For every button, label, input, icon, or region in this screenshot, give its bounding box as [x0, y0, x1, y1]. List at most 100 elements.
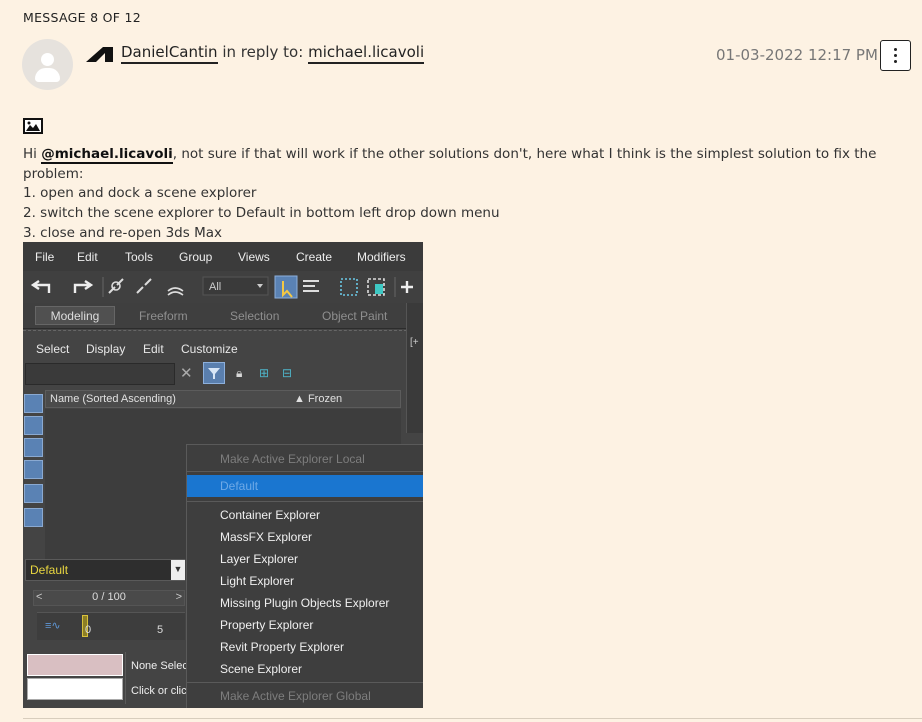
menu-separator	[187, 501, 423, 502]
menu-item-missing-plugin-explorer[interactable]: Missing Plugin Objects Explorer	[220, 596, 389, 610]
author-link[interactable]: DanielCantin	[121, 43, 218, 64]
more-options-icon-dot	[894, 48, 897, 51]
filter-icon	[208, 368, 220, 379]
tab-modeling[interactable]: Modeling	[35, 306, 115, 325]
column-name[interactable]: Name (Sorted Ascending)	[50, 393, 176, 405]
menu-file: File	[35, 250, 55, 264]
avatar-body	[35, 68, 60, 82]
menu-item-property-explorer[interactable]: Property Explorer	[220, 618, 313, 632]
redo-icon	[73, 280, 94, 293]
unlink-icon	[136, 278, 152, 294]
menu-separator	[187, 471, 423, 472]
frame-label: 0	[85, 624, 92, 636]
clear-search-icon[interactable]: ✕	[180, 364, 193, 382]
menu-item-make-global: Make Active Explorer Global	[220, 689, 371, 703]
curve-editor-icon[interactable]: ≡∿	[45, 619, 61, 632]
bind-space-warp-icon	[167, 287, 184, 296]
max-menubar: File Edit Tools Group Views Create Modif…	[23, 242, 423, 271]
explorer-column-header: Name (Sorted Ascending) ▲ Frozen	[45, 390, 401, 408]
lock-icon[interactable]: 🔒︎	[236, 366, 242, 381]
move-icon	[401, 281, 413, 293]
menu-create: Create	[296, 250, 333, 264]
chevron-right-icon[interactable]: >	[176, 591, 182, 603]
more-options-icon-dot	[894, 60, 897, 63]
explorer-menu-edit[interactable]: Edit	[143, 342, 164, 356]
author-line: DanielCantin in reply to: michael.licavo…	[121, 43, 425, 64]
more-options-button[interactable]	[880, 40, 911, 71]
tab-freeform[interactable]: Freeform	[139, 309, 188, 323]
link-icon	[108, 278, 124, 294]
mention-link[interactable]: @michael.licavoli	[41, 146, 173, 164]
menu-tools: Tools	[125, 250, 154, 264]
context-menu: Make Active Explorer Local Default Conta…	[186, 444, 423, 708]
greeting: Hi	[23, 146, 37, 162]
tab-selection[interactable]: Selection	[230, 309, 279, 323]
post-timestamp: 01-03-2022 12:17 PM	[716, 46, 878, 64]
step-item: 3. close and re-open 3ds Max	[23, 225, 222, 241]
explorer-search-input[interactable]	[25, 363, 175, 385]
avatar[interactable]	[22, 39, 73, 90]
menu-separator	[187, 682, 423, 683]
tab-object-paint[interactable]: Object Paint	[322, 309, 387, 323]
select-object-button	[274, 275, 298, 299]
menu-group: Group	[179, 250, 213, 264]
shapes-filter-icon[interactable]	[24, 416, 43, 435]
max-toolbar: All	[23, 271, 423, 303]
post-divider	[23, 718, 922, 719]
frame-label: 5	[157, 624, 164, 636]
time-slider-value: 0 / 100	[92, 591, 126, 603]
chevron-left-icon[interactable]: <	[36, 591, 42, 603]
post-body: Hi @michael.licavoli, not sure if that w…	[23, 144, 922, 184]
menu-item-light-explorer[interactable]: Light Explorer	[220, 574, 294, 588]
status-selection: None Selec	[131, 660, 188, 672]
geometry-filter-icon[interactable]	[24, 394, 43, 413]
hierarchy-collapse-icon[interactable]: ⊟	[282, 366, 292, 380]
reply-to-link[interactable]: michael.licavoli	[308, 43, 425, 64]
menu-item-massfx-explorer[interactable]: MassFX Explorer	[220, 530, 312, 544]
menu-item-scene-explorer[interactable]: Scene Explorer	[220, 662, 302, 676]
viewport-label: [+	[410, 337, 419, 348]
reply-prefix: in reply to:	[222, 43, 304, 61]
selection-filter-value: All	[209, 281, 221, 293]
link-icon-ring	[111, 281, 121, 291]
menu-item-layer-explorer[interactable]: Layer Explorer	[220, 552, 298, 566]
window-crossing-fill	[375, 284, 383, 294]
menu-edit: Edit	[77, 250, 98, 264]
column-frozen[interactable]: ▲ Frozen	[294, 393, 342, 405]
maxscript-listener-swatch[interactable]	[27, 654, 123, 676]
menu-item-revit-property-explorer[interactable]: Revit Property Explorer	[220, 640, 344, 654]
space-warps-filter-icon[interactable]	[24, 508, 43, 527]
cameras-filter-icon[interactable]	[24, 460, 43, 479]
autodesk-logo-icon	[86, 47, 113, 62]
step-item: 2. switch the scene explorer to Default …	[23, 205, 500, 221]
rectangle-selection-icon	[340, 278, 358, 296]
helpers-filter-icon[interactable]	[24, 484, 43, 503]
explorer-type-dropdown[interactable]: Default	[25, 559, 185, 581]
explorer-menu-select[interactable]: Select	[36, 342, 69, 356]
undo-icon	[30, 280, 51, 293]
menu-item-make-local: Make Active Explorer Local	[220, 452, 365, 466]
ribbon-divider	[23, 330, 407, 331]
maxscript-input-swatch[interactable]	[27, 678, 123, 700]
explorer-menu-customize[interactable]: Customize	[181, 342, 238, 356]
message-counter: MESSAGE 8 OF 12	[23, 10, 142, 25]
toolbar-icons: All	[30, 275, 413, 299]
chevron-down-icon[interactable]: ▼	[171, 560, 185, 580]
menu-item-container-explorer[interactable]: Container Explorer	[220, 508, 320, 522]
time-slider[interactable]: < 0 / 100 >	[33, 590, 185, 606]
select-by-name-icon	[303, 280, 319, 292]
menu-views: Views	[238, 250, 270, 264]
lights-filter-icon[interactable]	[24, 438, 43, 457]
embedded-screenshot[interactable]: File Edit Tools Group Views Create Modif…	[23, 242, 423, 708]
menu-item-default-label: Default	[220, 479, 259, 493]
image-icon[interactable]	[23, 118, 43, 134]
viewport-edge: [+	[406, 303, 423, 433]
more-options-icon-dot	[894, 54, 897, 57]
explorer-menu-display[interactable]: Display	[86, 342, 125, 356]
hierarchy-icon[interactable]: ⊞	[259, 366, 269, 380]
filter-button[interactable]	[203, 362, 225, 384]
avatar-head	[41, 53, 54, 66]
menu-modifiers: Modifiers	[357, 250, 406, 264]
menu-item-default[interactable]: Default	[187, 475, 423, 497]
status-prompt: Click or clic	[131, 685, 187, 697]
